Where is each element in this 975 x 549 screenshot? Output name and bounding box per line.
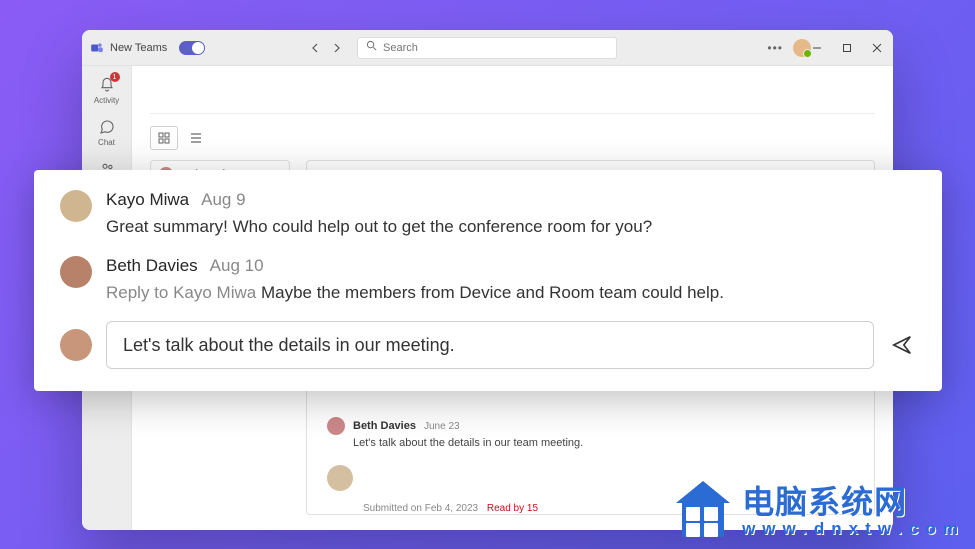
new-teams-toggle[interactable] xyxy=(179,41,205,55)
close-button[interactable] xyxy=(865,36,889,60)
window-controls xyxy=(805,36,889,60)
search-icon xyxy=(366,40,377,54)
watermark-logo-icon xyxy=(676,485,730,539)
nav-arrows xyxy=(307,39,345,57)
compose-input[interactable]: Let's talk about the details in our meet… xyxy=(106,321,874,369)
titlebar: New Teams ••• xyxy=(82,30,893,66)
avatar-icon xyxy=(60,329,92,361)
list-view-button[interactable] xyxy=(182,126,210,150)
msg-date: Aug 9 xyxy=(201,190,245,210)
compose-row: Let's talk about the details in our meet… xyxy=(60,321,916,369)
message-row: Beth Davies Aug 10 Reply to Kayo Miwa Ma… xyxy=(60,256,916,306)
overlay-conversation: Kayo Miwa Aug 9 Great summary! Who could… xyxy=(34,170,942,391)
main-header xyxy=(150,66,875,114)
watermark-title: 电脑系统网 xyxy=(742,486,965,520)
avatar-icon xyxy=(60,256,92,288)
reply-prefix: Reply to Kayo Miwa xyxy=(106,283,256,302)
search-input[interactable] xyxy=(383,42,608,54)
post-body: Let's talk about the details in our team… xyxy=(353,437,854,449)
watermark: 电脑系统网 www.dnxtw.com xyxy=(676,485,965,539)
nav-forward-button[interactable] xyxy=(327,39,345,57)
rail-activity-label: Activity xyxy=(94,96,119,105)
msg-body: Reply to Kayo Miwa Maybe the members fro… xyxy=(106,280,916,306)
more-menu-icon[interactable]: ••• xyxy=(767,41,783,55)
msg-body: Great summary! Who could help out to get… xyxy=(106,214,916,240)
avatar-icon xyxy=(327,465,353,491)
rail-activity[interactable]: 1 Activity xyxy=(86,72,128,110)
grid-view-button[interactable] xyxy=(150,126,178,150)
msg-date: Aug 10 xyxy=(210,256,264,276)
teams-logo-icon xyxy=(90,41,104,55)
window-title: New Teams xyxy=(110,42,167,54)
post-date: June 23 xyxy=(424,421,460,432)
post-row: Beth Davies June 23 Let's talk about the… xyxy=(307,411,874,455)
avatar-icon xyxy=(60,190,92,222)
post-author: Beth Davies xyxy=(353,420,416,432)
nav-back-button[interactable] xyxy=(307,39,325,57)
titlebar-left: New Teams xyxy=(90,41,205,55)
activity-badge: 1 xyxy=(110,72,120,82)
chat-icon xyxy=(99,119,115,137)
search-box[interactable] xyxy=(357,37,617,59)
msg-body-text: Maybe the members from Device and Room t… xyxy=(256,283,724,302)
compose-text: Let's talk about the details in our meet… xyxy=(123,335,455,356)
rail-chat-label: Chat xyxy=(98,138,115,147)
msg-author: Beth Davies xyxy=(106,256,198,276)
maximize-button[interactable] xyxy=(835,36,859,60)
submitted-text: Submitted on Feb 4, 2023 xyxy=(363,503,478,514)
rail-chat[interactable]: Chat xyxy=(86,114,128,152)
send-button[interactable] xyxy=(888,331,916,359)
avatar-icon xyxy=(327,417,345,435)
watermark-url: www.dnxtw.com xyxy=(742,520,965,538)
read-by-text[interactable]: Read by 15 xyxy=(487,503,538,514)
view-toggle xyxy=(150,126,875,150)
minimize-button[interactable] xyxy=(805,36,829,60)
msg-author: Kayo Miwa xyxy=(106,190,189,210)
message-row: Kayo Miwa Aug 9 Great summary! Who could… xyxy=(60,190,916,240)
